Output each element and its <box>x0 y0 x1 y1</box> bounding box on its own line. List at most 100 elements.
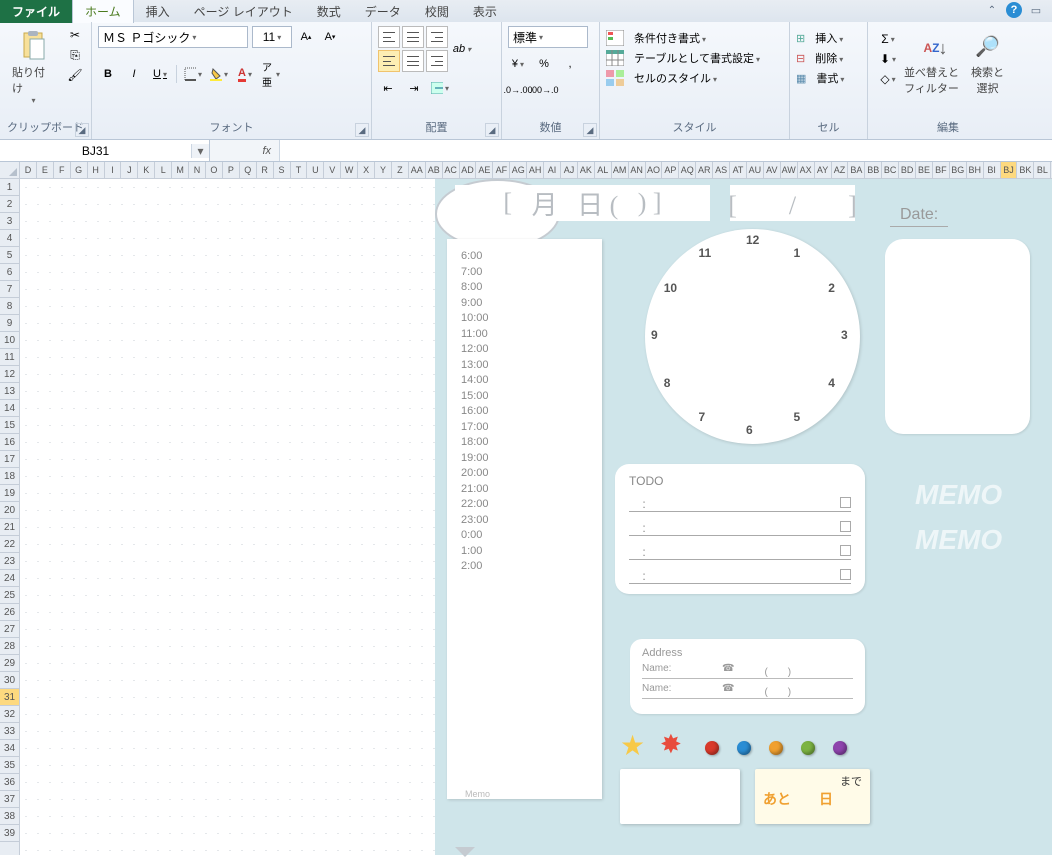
col-header[interactable]: AQ <box>679 162 696 178</box>
row-header[interactable]: 25 <box>0 587 19 604</box>
clipboard-dialog-launcher[interactable]: ◢ <box>75 123 89 137</box>
decrease-indent-icon[interactable]: ⇤ <box>378 78 398 98</box>
name-box[interactable]: BJ31▾ <box>0 140 210 161</box>
col-header[interactable]: AN <box>629 162 646 178</box>
row-header[interactable]: 3 <box>0 213 19 230</box>
col-header[interactable]: K <box>138 162 155 178</box>
row-header[interactable]: 29 <box>0 655 19 672</box>
font-color-button[interactable]: A <box>235 64 255 84</box>
empty-cells-area[interactable] <box>20 179 435 855</box>
col-header[interactable]: T <box>291 162 308 178</box>
col-header[interactable]: AC <box>443 162 460 178</box>
col-header[interactable]: AY <box>815 162 832 178</box>
col-header[interactable]: J <box>121 162 138 178</box>
row-header[interactable]: 33 <box>0 723 19 740</box>
col-header[interactable]: AB <box>426 162 443 178</box>
col-header[interactable]: W <box>341 162 358 178</box>
col-header[interactable]: AM <box>612 162 629 178</box>
cell-styles-button[interactable]: セルのスタイル <box>606 70 717 86</box>
col-header[interactable]: D <box>20 162 37 178</box>
col-header[interactable]: AA <box>409 162 426 178</box>
col-header[interactable]: F <box>54 162 71 178</box>
col-header[interactable]: H <box>88 162 105 178</box>
merge-button[interactable] <box>430 78 450 98</box>
row-header[interactable]: 27 <box>0 621 19 638</box>
col-header[interactable]: BF <box>933 162 950 178</box>
row-header[interactable]: 16 <box>0 434 19 451</box>
grow-font-icon[interactable]: A▴ <box>296 27 316 47</box>
row-header[interactable]: 23 <box>0 553 19 570</box>
col-header[interactable]: N <box>189 162 206 178</box>
paste-button[interactable]: 貼り付け ▾ <box>6 26 61 109</box>
col-header[interactable]: AG <box>510 162 527 178</box>
row-header[interactable]: 12 <box>0 366 19 383</box>
col-header[interactable]: U <box>307 162 324 178</box>
percent-format-icon[interactable]: % <box>534 54 554 74</box>
row-header[interactable]: 9 <box>0 315 19 332</box>
row-header[interactable]: 26 <box>0 604 19 621</box>
row-header[interactable]: 19 <box>0 485 19 502</box>
tab-file[interactable]: ファイル <box>0 0 72 23</box>
row-header[interactable]: 10 <box>0 332 19 349</box>
minimize-ribbon-icon[interactable]: ⌃ <box>984 2 1000 18</box>
row-header[interactable]: 36 <box>0 774 19 791</box>
phonetic-button[interactable]: ア亜 <box>261 64 281 84</box>
col-header[interactable]: AW <box>781 162 798 178</box>
row-header[interactable]: 30 <box>0 672 19 689</box>
col-header[interactable]: S <box>274 162 291 178</box>
row-header[interactable]: 34 <box>0 740 19 757</box>
autosum-icon[interactable]: Σ <box>878 30 898 48</box>
tab-view[interactable]: 表示 <box>461 0 509 23</box>
window-control-icon[interactable]: ▭ <box>1028 2 1044 18</box>
col-header[interactable]: AV <box>764 162 781 178</box>
col-header[interactable]: R <box>257 162 274 178</box>
col-header[interactable]: AL <box>595 162 612 178</box>
row-header[interactable]: 4 <box>0 230 19 247</box>
accounting-format-icon[interactable]: ¥ <box>508 54 528 74</box>
col-header[interactable]: AP <box>662 162 679 178</box>
clear-icon[interactable]: ◇ <box>878 70 898 88</box>
col-header[interactable]: AZ <box>832 162 849 178</box>
row-header[interactable]: 15 <box>0 417 19 434</box>
number-format-combo[interactable]: 標準 <box>508 26 588 48</box>
col-header[interactable]: AU <box>747 162 764 178</box>
col-header[interactable]: BB <box>865 162 882 178</box>
copy-icon[interactable]: ⎘ <box>65 46 85 64</box>
row-header[interactable]: 28 <box>0 638 19 655</box>
col-header[interactable]: L <box>155 162 172 178</box>
cut-icon[interactable]: ✂ <box>65 26 85 44</box>
col-header[interactable]: Z <box>392 162 409 178</box>
row-header[interactable]: 6 <box>0 264 19 281</box>
col-header[interactable]: BH <box>967 162 984 178</box>
col-header[interactable]: BG <box>950 162 967 178</box>
find-select-button[interactable]: 🔎 検索と 選択 <box>965 26 1010 100</box>
row-header[interactable]: 24 <box>0 570 19 587</box>
shrink-font-icon[interactable]: A▾ <box>320 27 340 47</box>
row-header[interactable]: 22 <box>0 536 19 553</box>
row-header[interactable]: 14 <box>0 400 19 417</box>
delete-cells-button[interactable]: ⊟削除 <box>796 50 843 66</box>
format-cells-button[interactable]: ▦書式 <box>796 70 844 86</box>
col-header[interactable]: AR <box>696 162 713 178</box>
row-header[interactable]: 18 <box>0 468 19 485</box>
col-header[interactable]: AK <box>578 162 595 178</box>
tab-review[interactable]: 校閲 <box>413 0 461 23</box>
row-header[interactable]: 13 <box>0 383 19 400</box>
col-header[interactable]: BK <box>1017 162 1034 178</box>
border-button[interactable] <box>183 64 203 84</box>
row-header[interactable]: 8 <box>0 298 19 315</box>
font-name-combo[interactable]: ＭＳ Ｐゴシック <box>98 26 248 48</box>
tab-home[interactable]: ホーム <box>72 0 134 23</box>
row-header[interactable]: 35 <box>0 757 19 774</box>
col-header[interactable]: AJ <box>561 162 578 178</box>
bold-button[interactable]: B <box>98 64 118 84</box>
col-header[interactable]: BD <box>899 162 916 178</box>
row-header[interactable]: 5 <box>0 247 19 264</box>
comma-format-icon[interactable]: , <box>560 54 580 74</box>
formula-input[interactable] <box>280 140 1052 161</box>
row-header[interactable]: 11 <box>0 349 19 366</box>
select-all-corner[interactable] <box>0 162 20 179</box>
row-header[interactable]: 31 <box>0 689 19 706</box>
row-header[interactable]: 39 <box>0 825 19 842</box>
col-header[interactable]: Y <box>375 162 392 178</box>
